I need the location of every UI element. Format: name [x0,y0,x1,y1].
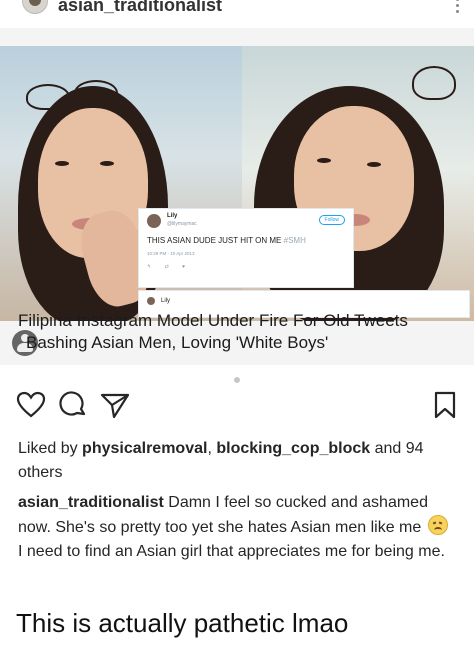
post-image[interactable]: Lily @lilymaymac Follow THIS ASIAN DUDE … [0,28,474,365]
share-icon[interactable] [100,390,130,420]
overlay-comment: This is actually pathetic lmao [16,608,349,638]
likes-line: Liked by physicalremoval, blocking_cop_b… [18,440,424,481]
liker-physicalremoval[interactable]: physicalremoval [82,440,207,457]
tweet-handle: @lilymaymac [167,221,197,227]
news-headline: Filipina Instagram Model Under Fire For … [18,311,408,352]
tweet-reply-avatar [147,297,155,305]
tweet-timestamp: 10:29 PM - 10 Apr 2013 [147,251,195,256]
persevering-face-icon [427,515,448,535]
tweet-name: Lily [167,213,178,219]
heart-icon[interactable] [16,390,46,420]
caption-text-2: I need to find an Asian girl that apprec… [18,543,445,560]
caption-username[interactable]: asian_traditionalist [18,494,164,511]
post-header: asian_traditionalist [0,0,474,18]
avatar[interactable] [22,0,48,14]
more-icon[interactable] [456,0,460,16]
tweet-actions: ↰ ⇄ ♥ [147,264,186,270]
liker-blocking-cop-block[interactable]: blocking_cop_block [216,440,370,457]
post-caption: asian_traditionalist Damn I feel so cuck… [18,491,458,564]
carousel-indicator [0,370,474,388]
bookmark-icon[interactable] [430,390,460,420]
comment-icon[interactable] [58,390,88,420]
tweet-avatar [147,214,161,228]
tweet-follow-button: Follow [318,215,345,225]
tweet-text: THIS ASIAN DUDE JUST HIT ON ME #SMH [147,236,306,245]
post-actions [0,390,474,426]
tweet-card: Lily @lilymaymac Follow THIS ASIAN DUDE … [138,208,354,288]
tweet-reply-name: Lily [161,298,171,304]
post-username[interactable]: asian_traditionalist [58,0,222,16]
